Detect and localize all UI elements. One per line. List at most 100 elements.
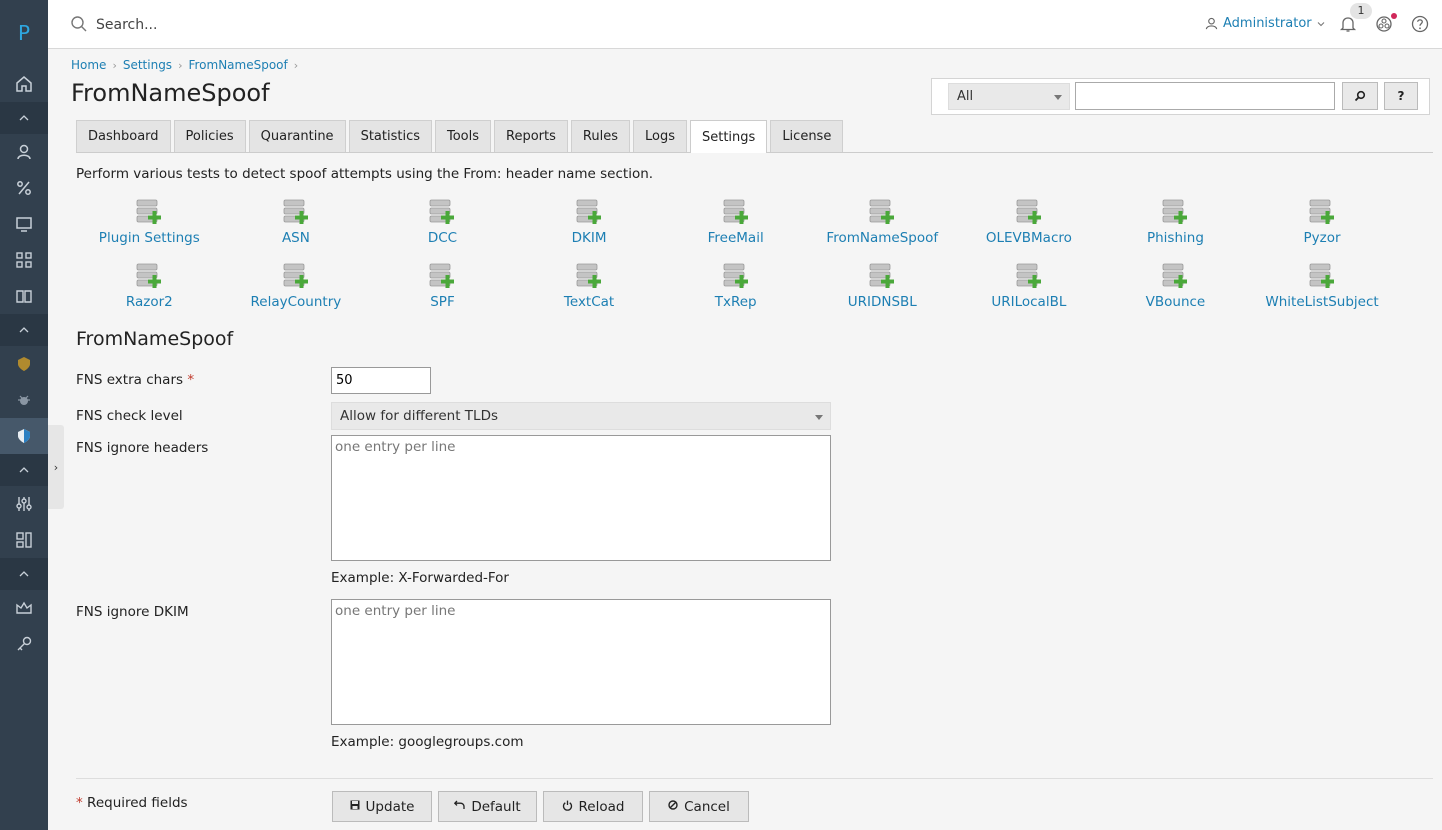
breadcrumb-home[interactable]: Home — [71, 58, 106, 72]
plugin-label[interactable]: VBounce — [1146, 294, 1206, 310]
filter-scope-select[interactable]: All — [948, 83, 1070, 110]
plugin-add-icon[interactable] — [1015, 198, 1043, 228]
plugin-phishing[interactable]: Phishing — [1102, 196, 1249, 256]
plugin-add-icon[interactable] — [1161, 262, 1189, 292]
fns-extra-chars-input[interactable] — [331, 367, 431, 394]
crown-icon[interactable] — [0, 590, 48, 626]
plugin-add-icon[interactable] — [428, 262, 456, 292]
tab-tools[interactable]: Tools — [435, 120, 492, 152]
plugin-add-icon[interactable] — [1308, 262, 1336, 292]
plugin-add-icon[interactable] — [868, 198, 896, 228]
plugin-spf[interactable]: SPF — [369, 260, 516, 320]
plugin-add-icon[interactable] — [282, 198, 310, 228]
plugin-add-icon[interactable] — [1015, 262, 1043, 292]
plugin-label[interactable]: Razor2 — [126, 294, 173, 310]
plugin-label[interactable]: FreeMail — [708, 230, 764, 246]
plugin-whitelistsubject[interactable]: WhiteListSubject — [1249, 260, 1396, 320]
plugin-add-icon[interactable] — [722, 198, 750, 228]
plugin-add-icon[interactable] — [1308, 198, 1336, 228]
user-menu[interactable]: Administrator — [1205, 16, 1325, 31]
percent-icon[interactable] — [0, 170, 48, 206]
plugin-plugin-settings[interactable]: Plugin Settings — [76, 196, 223, 256]
breadcrumb-settings[interactable]: Settings — [123, 58, 172, 72]
plugin-add-icon[interactable] — [282, 262, 310, 292]
bug-icon[interactable] — [0, 382, 48, 418]
plugin-txrep[interactable]: TxRep — [662, 260, 809, 320]
plugin-add-icon[interactable] — [575, 198, 603, 228]
plugin-add-icon[interactable] — [135, 262, 163, 292]
collapse-group-icon[interactable] — [0, 314, 48, 346]
plugin-add-icon[interactable] — [868, 262, 896, 292]
key-icon[interactable] — [0, 626, 48, 662]
plugin-add-icon[interactable] — [722, 262, 750, 292]
plugin-urilocalbl[interactable]: URILocalBL — [956, 260, 1103, 320]
plugin-asn[interactable]: ASN — [223, 196, 370, 256]
tab-policies[interactable]: Policies — [173, 120, 246, 152]
tab-dashboard[interactable]: Dashboard — [76, 120, 171, 152]
plugin-label[interactable]: FromNameSpoof — [826, 230, 938, 246]
plugin-label[interactable]: WhiteListSubject — [1265, 294, 1378, 310]
plugin-razor2[interactable]: Razor2 — [76, 260, 223, 320]
help-icon[interactable] — [1410, 14, 1432, 36]
tab-settings[interactable]: Settings — [689, 120, 768, 153]
plugin-label[interactable]: Pyzor — [1304, 230, 1341, 246]
plugin-pyzor[interactable]: Pyzor — [1249, 196, 1396, 256]
plugin-add-icon[interactable] — [1161, 198, 1189, 228]
plugin-label[interactable]: TxRep — [715, 294, 757, 310]
shield-gold-icon[interactable] — [0, 346, 48, 382]
fns-check-level-select[interactable]: Allow for different TLDs — [331, 402, 831, 430]
plugin-label[interactable]: URIDNSBL — [848, 294, 917, 310]
breadcrumb-current[interactable]: FromNameSpoof — [188, 58, 287, 72]
shield-blue-icon[interactable] — [0, 418, 48, 454]
plugin-label[interactable]: RelayCountry — [251, 294, 342, 310]
plugin-freemail[interactable]: FreeMail — [662, 196, 809, 256]
tab-logs[interactable]: Logs — [632, 120, 687, 152]
plugin-label[interactable]: URILocalBL — [991, 294, 1066, 310]
cancel-button[interactable]: Cancel — [649, 791, 749, 822]
user-name[interactable]: Administrator — [1223, 16, 1312, 31]
user-icon[interactable] — [0, 134, 48, 170]
apps-grid-icon[interactable] — [0, 242, 48, 278]
tab-reports[interactable]: Reports — [494, 120, 568, 152]
plugin-dkim[interactable]: DKIM — [516, 196, 663, 256]
collapse-group-icon[interactable] — [0, 558, 48, 590]
plugin-label[interactable]: Plugin Settings — [99, 230, 200, 246]
plugin-label[interactable]: SPF — [430, 294, 454, 310]
tab-quarantine[interactable]: Quarantine — [248, 120, 346, 152]
plugin-fromnamespoof[interactable]: FromNameSpoof — [809, 196, 956, 256]
plugin-label[interactable]: OLEVBMacro — [986, 230, 1072, 246]
fns-ignore-dkim-textarea[interactable] — [331, 599, 831, 725]
plugin-label[interactable]: Phishing — [1147, 230, 1204, 246]
sliders-icon[interactable] — [0, 486, 48, 522]
monitor-icon[interactable] — [0, 206, 48, 242]
app-logo[interactable]: P — [0, 0, 48, 66]
plugin-vbounce[interactable]: VBounce — [1102, 260, 1249, 320]
reload-button[interactable]: Reload — [543, 791, 643, 822]
plugin-add-icon[interactable] — [428, 198, 456, 228]
plugin-add-icon[interactable] — [135, 198, 163, 228]
plugin-label[interactable]: TextCat — [564, 294, 614, 310]
plugin-label[interactable]: ASN — [282, 230, 310, 246]
update-button[interactable]: Update — [332, 791, 432, 822]
filter-search-button[interactable] — [1342, 82, 1378, 110]
collapse-group-icon[interactable] — [0, 454, 48, 486]
plugin-olevbmacro[interactable]: OLEVBMacro — [956, 196, 1103, 256]
book-icon[interactable] — [0, 278, 48, 314]
plugin-add-icon[interactable] — [575, 262, 603, 292]
tab-statistics[interactable]: Statistics — [348, 120, 432, 152]
plugin-label[interactable]: DKIM — [572, 230, 607, 246]
plugin-uridnsbl[interactable]: URIDNSBL — [809, 260, 956, 320]
home-icon[interactable] — [0, 66, 48, 102]
filter-help-button[interactable]: ? — [1384, 82, 1418, 110]
plugin-dcc[interactable]: DCC — [369, 196, 516, 256]
default-button[interactable]: Default — [438, 791, 537, 822]
plugin-label[interactable]: DCC — [428, 230, 457, 246]
dashboard-layout-icon[interactable] — [0, 522, 48, 558]
global-search-input[interactable] — [96, 14, 396, 36]
tab-rules[interactable]: Rules — [570, 120, 630, 152]
collapse-group-icon[interactable] — [0, 102, 48, 134]
tab-license[interactable]: License — [770, 120, 844, 152]
plugin-textcat[interactable]: TextCat — [516, 260, 663, 320]
filter-search-input[interactable] — [1075, 82, 1335, 110]
plugin-relaycountry[interactable]: RelayCountry — [223, 260, 370, 320]
